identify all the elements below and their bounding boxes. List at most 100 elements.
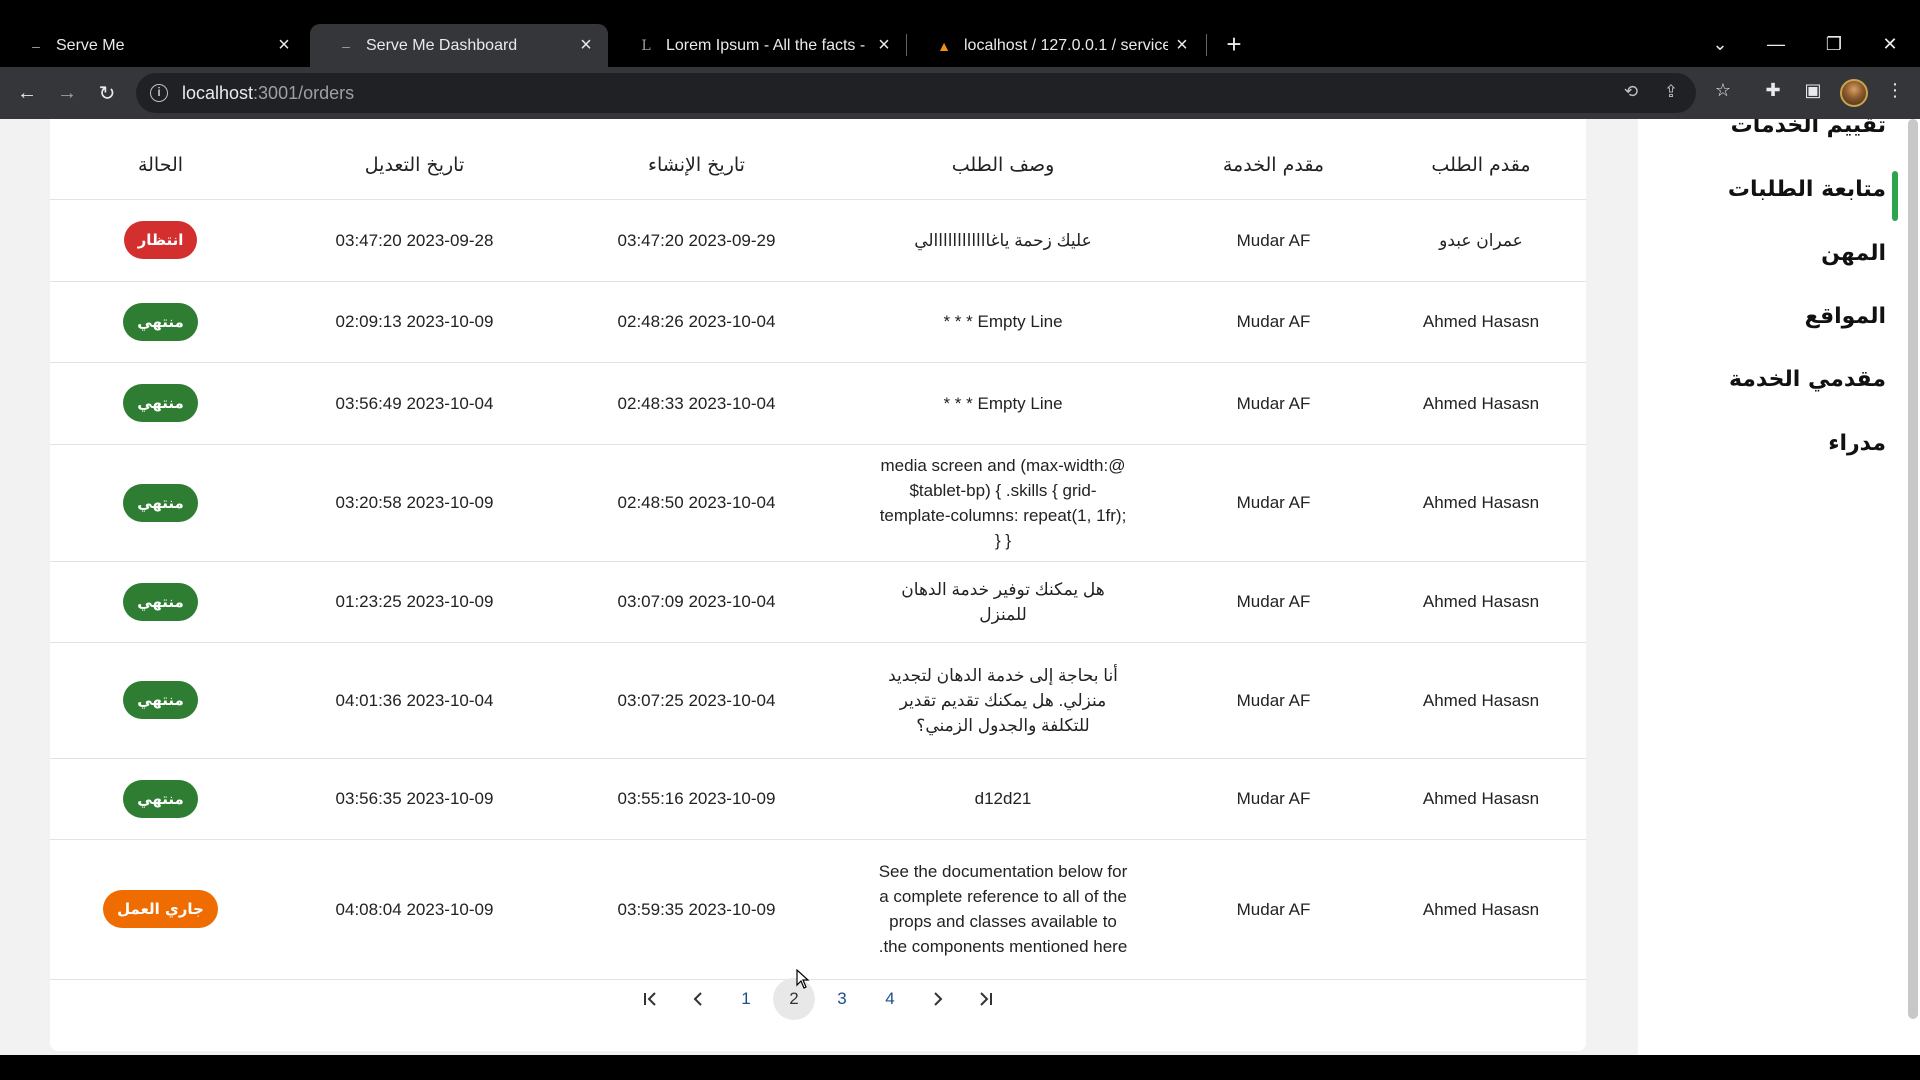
status-badge[interactable]: جاري العمل <box>103 890 218 928</box>
share-icon[interactable]: ⇪ <box>1660 82 1682 104</box>
sidebar-item-professions[interactable]: المهن <box>1821 241 1886 266</box>
tab-phpmyadmin[interactable]: ▲ localhost / 127.0.0.1 / service_m × <box>908 24 1204 67</box>
status-badge[interactable]: منتهي <box>123 384 198 422</box>
tab-serve-me-dashboard[interactable]: – Serve Me Dashboard × <box>310 24 608 67</box>
status-badge[interactable]: منتهي <box>123 582 198 621</box>
cell-description: عليك زحمة ياغاااااااااااالي <box>835 199 1171 282</box>
close-icon[interactable]: × <box>572 34 600 57</box>
sidebar-item-order-tracking[interactable]: متابعة الطلبات <box>1728 177 1886 202</box>
header-created[interactable]: تاريخ الإنشاء <box>558 131 835 200</box>
header-description[interactable]: وصف الطلب <box>835 131 1171 200</box>
profile-avatar[interactable] <box>1840 79 1868 107</box>
reload-icon[interactable]: ↻ <box>90 76 124 110</box>
status-badge[interactable]: منتهي <box>123 483 198 522</box>
page-button-1[interactable]: 1 <box>725 978 767 1020</box>
sidebar-item-locations[interactable]: المواقع <box>1805 304 1886 329</box>
address-bar[interactable]: i localhost:3001/orders ⟲ ⇪ <box>136 73 1696 113</box>
tab-lorem-ipsum[interactable]: L Lorem Ipsum - All the facts - Lip × <box>610 24 906 67</box>
status-badge[interactable]: منتهي <box>123 302 198 341</box>
cell-created: 2023-10-04 02:48:50 <box>558 444 835 562</box>
globe-icon: – <box>32 37 40 54</box>
table-row[interactable]: Ahmed Hasasn Mudar AF أنا بحاجة إلى خدمة ا… <box>50 642 1586 759</box>
cell-created: 2023-10-04 02:48:33 <box>558 362 835 445</box>
tab-search-chevron-icon[interactable]: ⌄ <box>1692 24 1748 64</box>
next-page-icon[interactable] <box>917 978 959 1020</box>
page-button-4[interactable]: 4 <box>869 978 911 1020</box>
cell-description: See the documentation below for a comple… <box>835 839 1171 980</box>
cell-created: 2023-09-29 03:47:20 <box>558 199 835 282</box>
forward-arrow-icon[interactable]: → <box>50 76 84 110</box>
lipsum-icon: L <box>641 37 651 54</box>
cell-description: هل يمكنك توفير خدمة الدهان للمنزل <box>835 561 1171 643</box>
cell-requester: Ahmed Hasasn <box>1376 839 1586 980</box>
sidebar-active-indicator <box>1892 171 1898 221</box>
back-arrow-icon[interactable]: ← <box>10 76 44 110</box>
cell-requester: Ahmed Hasasn <box>1376 362 1586 445</box>
table-row[interactable]: Ahmed Hasasn Mudar AF d12d21 2023-10-09 03:… <box>50 758 1586 840</box>
sidebar-item-admins[interactable]: مدراء <box>1828 431 1886 456</box>
header-provider[interactable]: مقدم الخدمة <box>1171 131 1376 200</box>
status-badge[interactable]: انتظار <box>123 221 198 259</box>
cell-requester: Ahmed Hasasn <box>1376 642 1586 759</box>
close-icon[interactable]: × <box>870 34 898 57</box>
header-status[interactable]: الحالة <box>50 131 271 200</box>
close-icon[interactable]: × <box>270 34 298 57</box>
status-badge[interactable]: منتهي <box>123 681 198 719</box>
cell-modified: 2023-10-09 02:09:13 <box>271 281 558 363</box>
cell-status: انتظار <box>50 199 271 282</box>
cell-description: @media screen and (max-width: $tablet-bp… <box>835 444 1171 562</box>
new-tab-plus-icon[interactable]: + <box>1206 24 1262 64</box>
cell-description: Empty Line * * * <box>835 362 1171 445</box>
phpmyadmin-icon: ▲ <box>937 37 951 54</box>
minimize-icon[interactable]: — <box>1748 24 1804 64</box>
cell-status: منتهي <box>50 281 271 363</box>
table-row[interactable]: Ahmed Hasasn Mudar AF هل يمكنك توفير خدمة … <box>50 561 1586 643</box>
url-text[interactable]: localhost:3001/orders <box>182 83 354 104</box>
previous-page-icon[interactable] <box>677 978 719 1020</box>
site-info-icon[interactable]: i <box>150 84 168 102</box>
cell-description: أنا بحاجة إلى خدمة الدهان لتجديد منزلي. … <box>835 642 1171 759</box>
close-icon[interactable]: × <box>1168 34 1196 57</box>
translate-icon[interactable]: ⟲ <box>1620 82 1642 104</box>
cell-provider: Mudar AF <box>1171 642 1376 759</box>
cell-modified: 2023-10-04 04:01:36 <box>271 642 558 759</box>
first-page-icon[interactable] <box>629 978 671 1020</box>
menu-kebab-icon[interactable]: ⋮ <box>1882 80 1908 106</box>
cell-status: منتهي <box>50 561 271 643</box>
cell-created: 2023-10-04 03:07:25 <box>558 642 835 759</box>
cell-provider: Mudar AF <box>1171 839 1376 980</box>
table-row[interactable]: Ahmed Hasasn Mudar AF Empty Line * * * 2023… <box>50 362 1586 445</box>
table-row[interactable]: عمران عبدو Mudar AF عليك زحمة ياغااااااااا… <box>50 199 1586 282</box>
page-scrollbar[interactable] <box>1908 119 1918 1019</box>
header-requester[interactable]: مقدم الطلب <box>1376 131 1586 200</box>
tab-serve-me[interactable]: – Serve Me × <box>0 24 306 67</box>
status-badge[interactable]: منتهي <box>123 779 198 818</box>
orders-table: مقدم الطلب مقدم الخدمة وصف الطلب تاريخ ا… <box>50 131 1586 980</box>
extensions-puzzle-icon[interactable]: ✚ <box>1760 80 1786 106</box>
tab-separator <box>906 34 907 56</box>
sidebar-item-service-providers[interactable]: مقدمي الخدمة <box>1729 367 1886 392</box>
cell-provider: Mudar AF <box>1171 758 1376 840</box>
cell-status: منتهي <box>50 758 271 840</box>
restore-icon[interactable]: ❐ <box>1806 24 1862 64</box>
cell-requester: عمران عبدو <box>1376 199 1586 282</box>
cell-requester: Ahmed Hasasn <box>1376 561 1586 643</box>
cell-provider: Mudar AF <box>1171 281 1376 363</box>
table-row[interactable]: Ahmed Hasasn Mudar AF Empty Line * * * 2023… <box>50 281 1586 363</box>
tab-title: Serve Me Dashboard <box>366 36 518 54</box>
sidebar-item-service-ratings[interactable]: تقييم الخدمات <box>1731 119 1886 138</box>
bookmark-star-icon[interactable]: ☆ <box>1710 80 1736 106</box>
last-page-icon[interactable] <box>965 978 1007 1020</box>
page-button-3[interactable]: 3 <box>821 978 863 1020</box>
table-row[interactable]: Ahmed Hasasn Mudar AF See the documentatio… <box>50 839 1586 980</box>
cell-modified: 2023-10-09 01:23:25 <box>271 561 558 643</box>
cell-created: 2023-10-04 03:07:09 <box>558 561 835 643</box>
header-modified[interactable]: تاريخ التعديل <box>271 131 558 200</box>
table-row[interactable]: Ahmed Hasasn Mudar AF @media screen and (m… <box>50 444 1586 562</box>
window-close-icon[interactable]: ✕ <box>1862 24 1918 64</box>
cell-modified: 2023-10-09 04:08:04 <box>271 839 558 980</box>
side-panel-icon[interactable]: ▣ <box>1800 80 1826 106</box>
cell-modified: 2023-10-09 03:20:58 <box>271 444 558 562</box>
tab-title: Serve Me <box>56 36 125 54</box>
cell-description: d12d21 <box>835 758 1171 840</box>
